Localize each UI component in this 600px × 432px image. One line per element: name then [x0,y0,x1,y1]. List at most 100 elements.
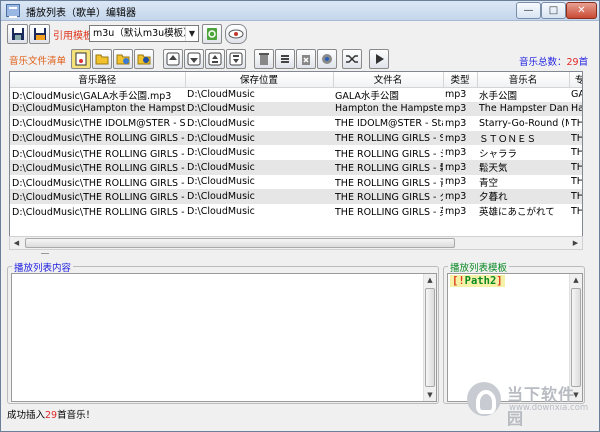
move-up-button[interactable] [205,49,225,69]
scroll-thumb[interactable] [425,288,435,387]
shuffle-button[interactable] [317,49,337,69]
splitter-handle[interactable] [41,253,49,257]
cell-save-location: D:\CloudMusic [187,176,255,188]
table-row[interactable]: D:\CloudMusic\THE IDOLM@STER - Star D:\C… [10,116,583,131]
cell-type: mp3 [445,117,467,129]
playlist-template-title: 播放列表模板 [448,260,510,274]
cell-filename: THE ROLLING GIRLS - 青 [335,177,443,189]
template-path-tag: [!Path2] [450,275,505,287]
cell-save-location: D:\CloudMusic [185,159,333,175]
scroll-thumb[interactable] [25,238,455,248]
settings-button[interactable] [134,49,154,69]
delete-button[interactable] [254,49,274,69]
scroll-left-icon[interactable]: ◀ [10,237,23,249]
close-button[interactable]: ✕ [566,2,597,19]
save-as-button[interactable] [29,24,50,44]
cell-type: mp3 [445,147,467,159]
column-header-music-name[interactable]: 音乐名 [477,72,570,88]
column-header-path[interactable]: 音乐路径 [10,72,186,88]
cell-path: D:\CloudMusic\THE ROLLING GIRLS - 青 [12,177,185,189]
watermark-logo-icon [467,382,501,416]
scroll-right-icon[interactable]: ▶ [569,237,582,249]
table-row[interactable]: D:\CloudMusic\THE ROLLING GIRLS - 青 D:\C… [10,175,582,190]
music-file-table[interactable]: 音乐路径 保存位置 文件名 类型 音乐名 专 D:\CloudMusic\GAL… [9,71,583,249]
move-up-icon [208,52,222,66]
refresh-icon [207,28,217,40]
window-title: 播放列表（歌单）编辑器 [26,8,136,19]
cell-path: D:\CloudMusic\THE ROLLING GIRLS - 英 [12,207,185,219]
scroll-thumb[interactable] [571,288,581,387]
column-header-album[interactable]: 专 [569,72,582,88]
cell-type: mp3 [445,176,467,188]
clear-button[interactable] [296,49,316,69]
random-icon [346,55,358,63]
app-icon [6,4,20,18]
sort-icon [281,55,289,63]
cell-album: TH [571,117,583,129]
cell-path: D:\CloudMusic\Hampton the Hampster [10,101,185,117]
column-header-type[interactable]: 类型 [443,72,478,88]
editor-window: 播放列表（歌单）编辑器 — □ ✕ 引用模板 m3u（默认m3u模板） ▼ 音乐… [0,0,600,432]
cell-filename: Hampton the Hampster [333,101,443,117]
table-row[interactable]: D:\CloudMusic\THE ROLLING GIRLS - 鬆 D:\C… [10,159,582,175]
refresh-button[interactable] [202,24,222,44]
cell-album: Ha [569,101,582,117]
save-button[interactable] [7,24,28,44]
random-button[interactable] [342,49,362,69]
save-icon [11,28,24,40]
cell-save-location: D:\CloudMusic [187,89,255,101]
add-multi-icon [116,54,130,65]
maximize-button[interactable]: □ [541,2,566,19]
cell-path: D:\CloudMusic\THE IDOLM@STER - Star [12,117,185,129]
cell-path: D:\CloudMusic\THE ROLLING GIRLS - 夕 [10,189,185,204]
table-row[interactable]: D:\CloudMusic\THE ROLLING GIRLS - 夕 D:\C… [10,189,582,204]
view-icon [228,29,244,39]
watermark: 当下软件园 www.downxia.com [467,379,591,428]
move-top-icon [166,52,180,66]
scroll-up-icon[interactable]: ▲ [570,274,582,286]
column-header-filename[interactable]: 文件名 [333,72,444,88]
move-top-button[interactable] [163,49,183,69]
table-row[interactable]: D:\CloudMusic\THE ROLLING GIRLS - 英 D:\C… [10,204,582,219]
cell-path: D:\CloudMusic\THE ROLLING GIRLS - S [10,130,185,146]
cell-music-name: 英雄にあこがれて [479,207,555,219]
cell-music-name: The Hampster Danc [477,101,569,117]
table-horizontal-scrollbar[interactable]: ◀ ▶ [9,236,583,250]
view-button[interactable] [225,24,247,44]
cell-type: mp3 [443,101,477,117]
add-file-button[interactable] [71,49,91,69]
column-header-save-location[interactable]: 保存位置 [185,72,334,88]
table-header-row: 音乐路径 保存位置 文件名 类型 音乐名 专 [10,72,582,88]
table-row[interactable]: D:\CloudMusic\Hampton the Hampster D:\Cl… [10,101,582,117]
minimize-button[interactable]: — [516,2,541,19]
cell-music-name: 青空 [479,177,499,189]
template-select[interactable]: m3u（默认m3u模板） ▼ [89,25,199,42]
add-multi-button[interactable] [113,49,133,69]
cell-save-location: D:\CloudMusic [187,147,255,159]
table-row[interactable]: D:\CloudMusic\GALA水手公園.mp3 D:\CloudMusic… [10,87,582,102]
settings-icon [137,54,151,65]
table-row[interactable]: D:\CloudMusic\THE ROLLING GIRLS - シ D:\C… [10,145,582,160]
cell-save-location: D:\CloudMusic [187,205,255,217]
play-button[interactable] [369,49,389,69]
add-folder-button[interactable] [92,49,112,69]
shuffle-icon [322,54,332,64]
cell-save-location: D:\CloudMusic [185,189,333,204]
playlist-content-textarea[interactable]: ▲ ▼ [11,273,437,402]
sort-button[interactable] [275,49,295,69]
cell-filename: THE ROLLING GIRLS - 鬆 [333,159,443,175]
tag-open: [! [452,275,465,287]
cell-filename: THE ROLLING GIRLS - S [333,130,443,146]
scroll-up-icon[interactable]: ▲ [424,274,436,286]
status-prefix: 成功插入 [7,410,46,421]
save-as-icon [33,28,46,40]
cell-type: mp3 [445,205,467,217]
total-label: 音乐总数： [519,57,567,68]
cell-music-name: シャララ [479,148,518,160]
table-row[interactable]: D:\CloudMusic\THE ROLLING GIRLS - S D:\C… [10,130,582,146]
tag-close: ] [496,275,503,287]
move-bottom-button[interactable] [226,49,246,69]
scroll-down-icon[interactable]: ▼ [424,389,436,401]
content-vertical-scrollbar[interactable]: ▲ ▼ [423,274,436,401]
move-down-button[interactable] [184,49,204,69]
